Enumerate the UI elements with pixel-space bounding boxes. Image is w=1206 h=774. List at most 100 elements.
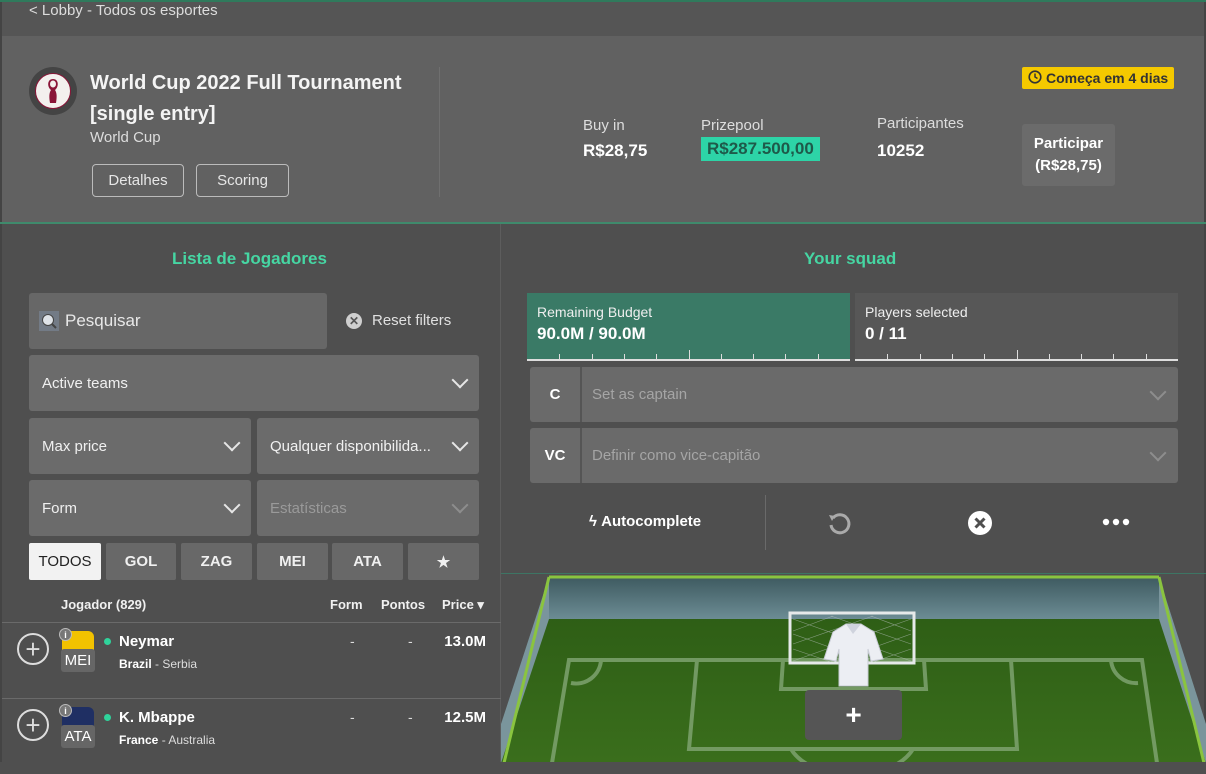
tick-mark	[887, 354, 889, 359]
buy-in-label: Buy in	[583, 117, 625, 134]
contest-league: World Cup	[90, 129, 161, 146]
close-circle-icon	[968, 511, 992, 535]
tick-mark	[1081, 354, 1083, 359]
captain-placeholder: Set as captain	[592, 386, 688, 403]
player-match: France - Australia	[119, 733, 216, 747]
info-icon[interactable]: i	[59, 704, 72, 717]
active-teams-dropdown[interactable]: Active teams	[29, 355, 479, 411]
lobby-bar: < Lobby - Todos os esportes	[0, 2, 1206, 36]
budget-value: 90.0M / 90.0M	[537, 324, 646, 343]
add-player-button[interactable]: +	[17, 633, 49, 665]
tab-todos[interactable]: TODOS	[29, 543, 101, 580]
info-icon[interactable]: i	[59, 628, 72, 641]
tick-mark	[951, 354, 953, 359]
join-label: Participar	[1033, 135, 1104, 152]
vice-captain-placeholder: Definir como vice-capitão	[592, 447, 761, 464]
tick-mark	[720, 354, 722, 359]
reset-filters-button[interactable]: ✕ Reset filters	[346, 312, 451, 329]
join-contest-button[interactable]: Participar (R$28,75)	[1022, 124, 1115, 186]
search-icon	[39, 311, 59, 331]
tick-mark	[559, 354, 561, 359]
player-price: 13.0M	[444, 633, 486, 650]
participants-value: 10252	[877, 141, 925, 160]
available-status-icon	[104, 638, 111, 645]
search-input[interactable]: Pesquisar	[29, 293, 327, 349]
autocomplete-label: Autocomplete	[601, 513, 702, 530]
chevron-down-icon	[451, 434, 469, 452]
tick-mark	[919, 354, 921, 359]
actions-divider	[765, 495, 766, 550]
starts-in-badge: Começa em 4 dias	[1022, 67, 1175, 89]
tick-mark	[785, 354, 787, 359]
chevron-down-icon	[451, 496, 469, 514]
position-badge: MEI	[61, 649, 95, 672]
buy-in-value: R$28,75	[583, 141, 648, 160]
available-status-icon	[104, 714, 111, 721]
tick-mark	[1145, 354, 1147, 359]
tab-gol[interactable]: GOL	[106, 543, 176, 580]
player-points: -	[408, 709, 413, 725]
captain-select[interactable]: C Set as captain	[530, 367, 1178, 422]
clock-icon	[1028, 69, 1042, 87]
tick-mark	[817, 354, 819, 359]
add-goalkeeper-button[interactable]: +	[805, 690, 902, 740]
tab-mei[interactable]: MEI	[257, 543, 328, 580]
details-button[interactable]: Detalhes	[92, 164, 184, 197]
vice-captain-tag: VC	[530, 428, 582, 483]
player-match: Brazil - Serbia	[119, 657, 198, 671]
column-price[interactable]: Price ▾	[442, 597, 484, 613]
tab-ata[interactable]: ATA	[332, 543, 403, 580]
chevron-down-icon	[1149, 444, 1167, 461]
tab-favorites[interactable]: ★	[408, 543, 479, 580]
chevron-down-icon	[223, 496, 241, 514]
squad-panel: Your squad Remaining Budget 90.0M / 90.0…	[501, 224, 1206, 762]
more-options-button[interactable]	[1101, 512, 1131, 532]
vice-captain-select[interactable]: VC Definir como vice-capitão	[530, 428, 1178, 483]
tick-mark	[623, 354, 625, 359]
join-price: (R$28,75)	[1035, 157, 1102, 174]
tick-mark	[688, 350, 690, 359]
player-row[interactable]: + i MEI Neymar Brazil - Serbia - - 13.0M	[2, 622, 501, 698]
reset-filters-label: Reset filters	[372, 312, 452, 329]
undo-button[interactable]	[826, 510, 852, 536]
player-points: -	[408, 633, 413, 649]
player-row[interactable]: + i ATA K. Mbappe France - Australia - -…	[2, 698, 501, 774]
player-list-title: Lista de Jogadores	[172, 249, 327, 268]
add-player-button[interactable]: +	[17, 709, 49, 741]
tick-mark	[1016, 350, 1018, 359]
form-dropdown[interactable]: Form	[29, 480, 251, 536]
players-selected-label: Players selected	[865, 304, 968, 320]
autocomplete-button[interactable]: ϟ Autocomplete	[589, 513, 701, 530]
player-name: Neymar	[119, 633, 175, 650]
tick-mark	[591, 354, 593, 359]
undo-icon	[829, 513, 851, 535]
world-cup-logo-icon	[29, 67, 77, 115]
remaining-budget-card: Remaining Budget 90.0M / 90.0M	[527, 293, 850, 361]
budget-label: Remaining Budget	[537, 304, 653, 320]
max-price-dropdown[interactable]: Max price	[29, 418, 251, 474]
captain-tag: C	[530, 367, 582, 422]
player-price: 12.5M	[444, 709, 486, 726]
column-player[interactable]: Jogador (829)	[61, 597, 146, 612]
players-selected-card: Players selected 0 / 11	[855, 293, 1178, 361]
player-form: -	[350, 709, 355, 725]
tab-zag[interactable]: ZAG	[181, 543, 252, 580]
form-label: Form	[42, 499, 77, 517]
position-badge: ATA	[61, 725, 95, 748]
contest-header: World Cup 2022 Full Tournament [single e…	[0, 36, 1206, 222]
clear-squad-button[interactable]	[967, 510, 993, 536]
search-placeholder: Pesquisar	[65, 311, 141, 330]
header-divider	[439, 67, 440, 197]
availability-dropdown[interactable]: Qualquer disponibilida...	[257, 418, 479, 474]
tick-mark	[984, 354, 986, 359]
budget-ticks	[527, 350, 850, 359]
more-icon	[1102, 518, 1130, 526]
back-to-lobby-link[interactable]: < Lobby - Todos os esportes	[29, 2, 218, 19]
tick-mark	[656, 354, 658, 359]
player-form: -	[350, 633, 355, 649]
chevron-down-icon	[223, 434, 241, 452]
scoring-button[interactable]: Scoring	[196, 164, 289, 197]
column-points[interactable]: Pontos	[381, 597, 425, 612]
column-form[interactable]: Form	[330, 597, 363, 612]
statistics-dropdown[interactable]: Estatísticas	[257, 480, 479, 536]
